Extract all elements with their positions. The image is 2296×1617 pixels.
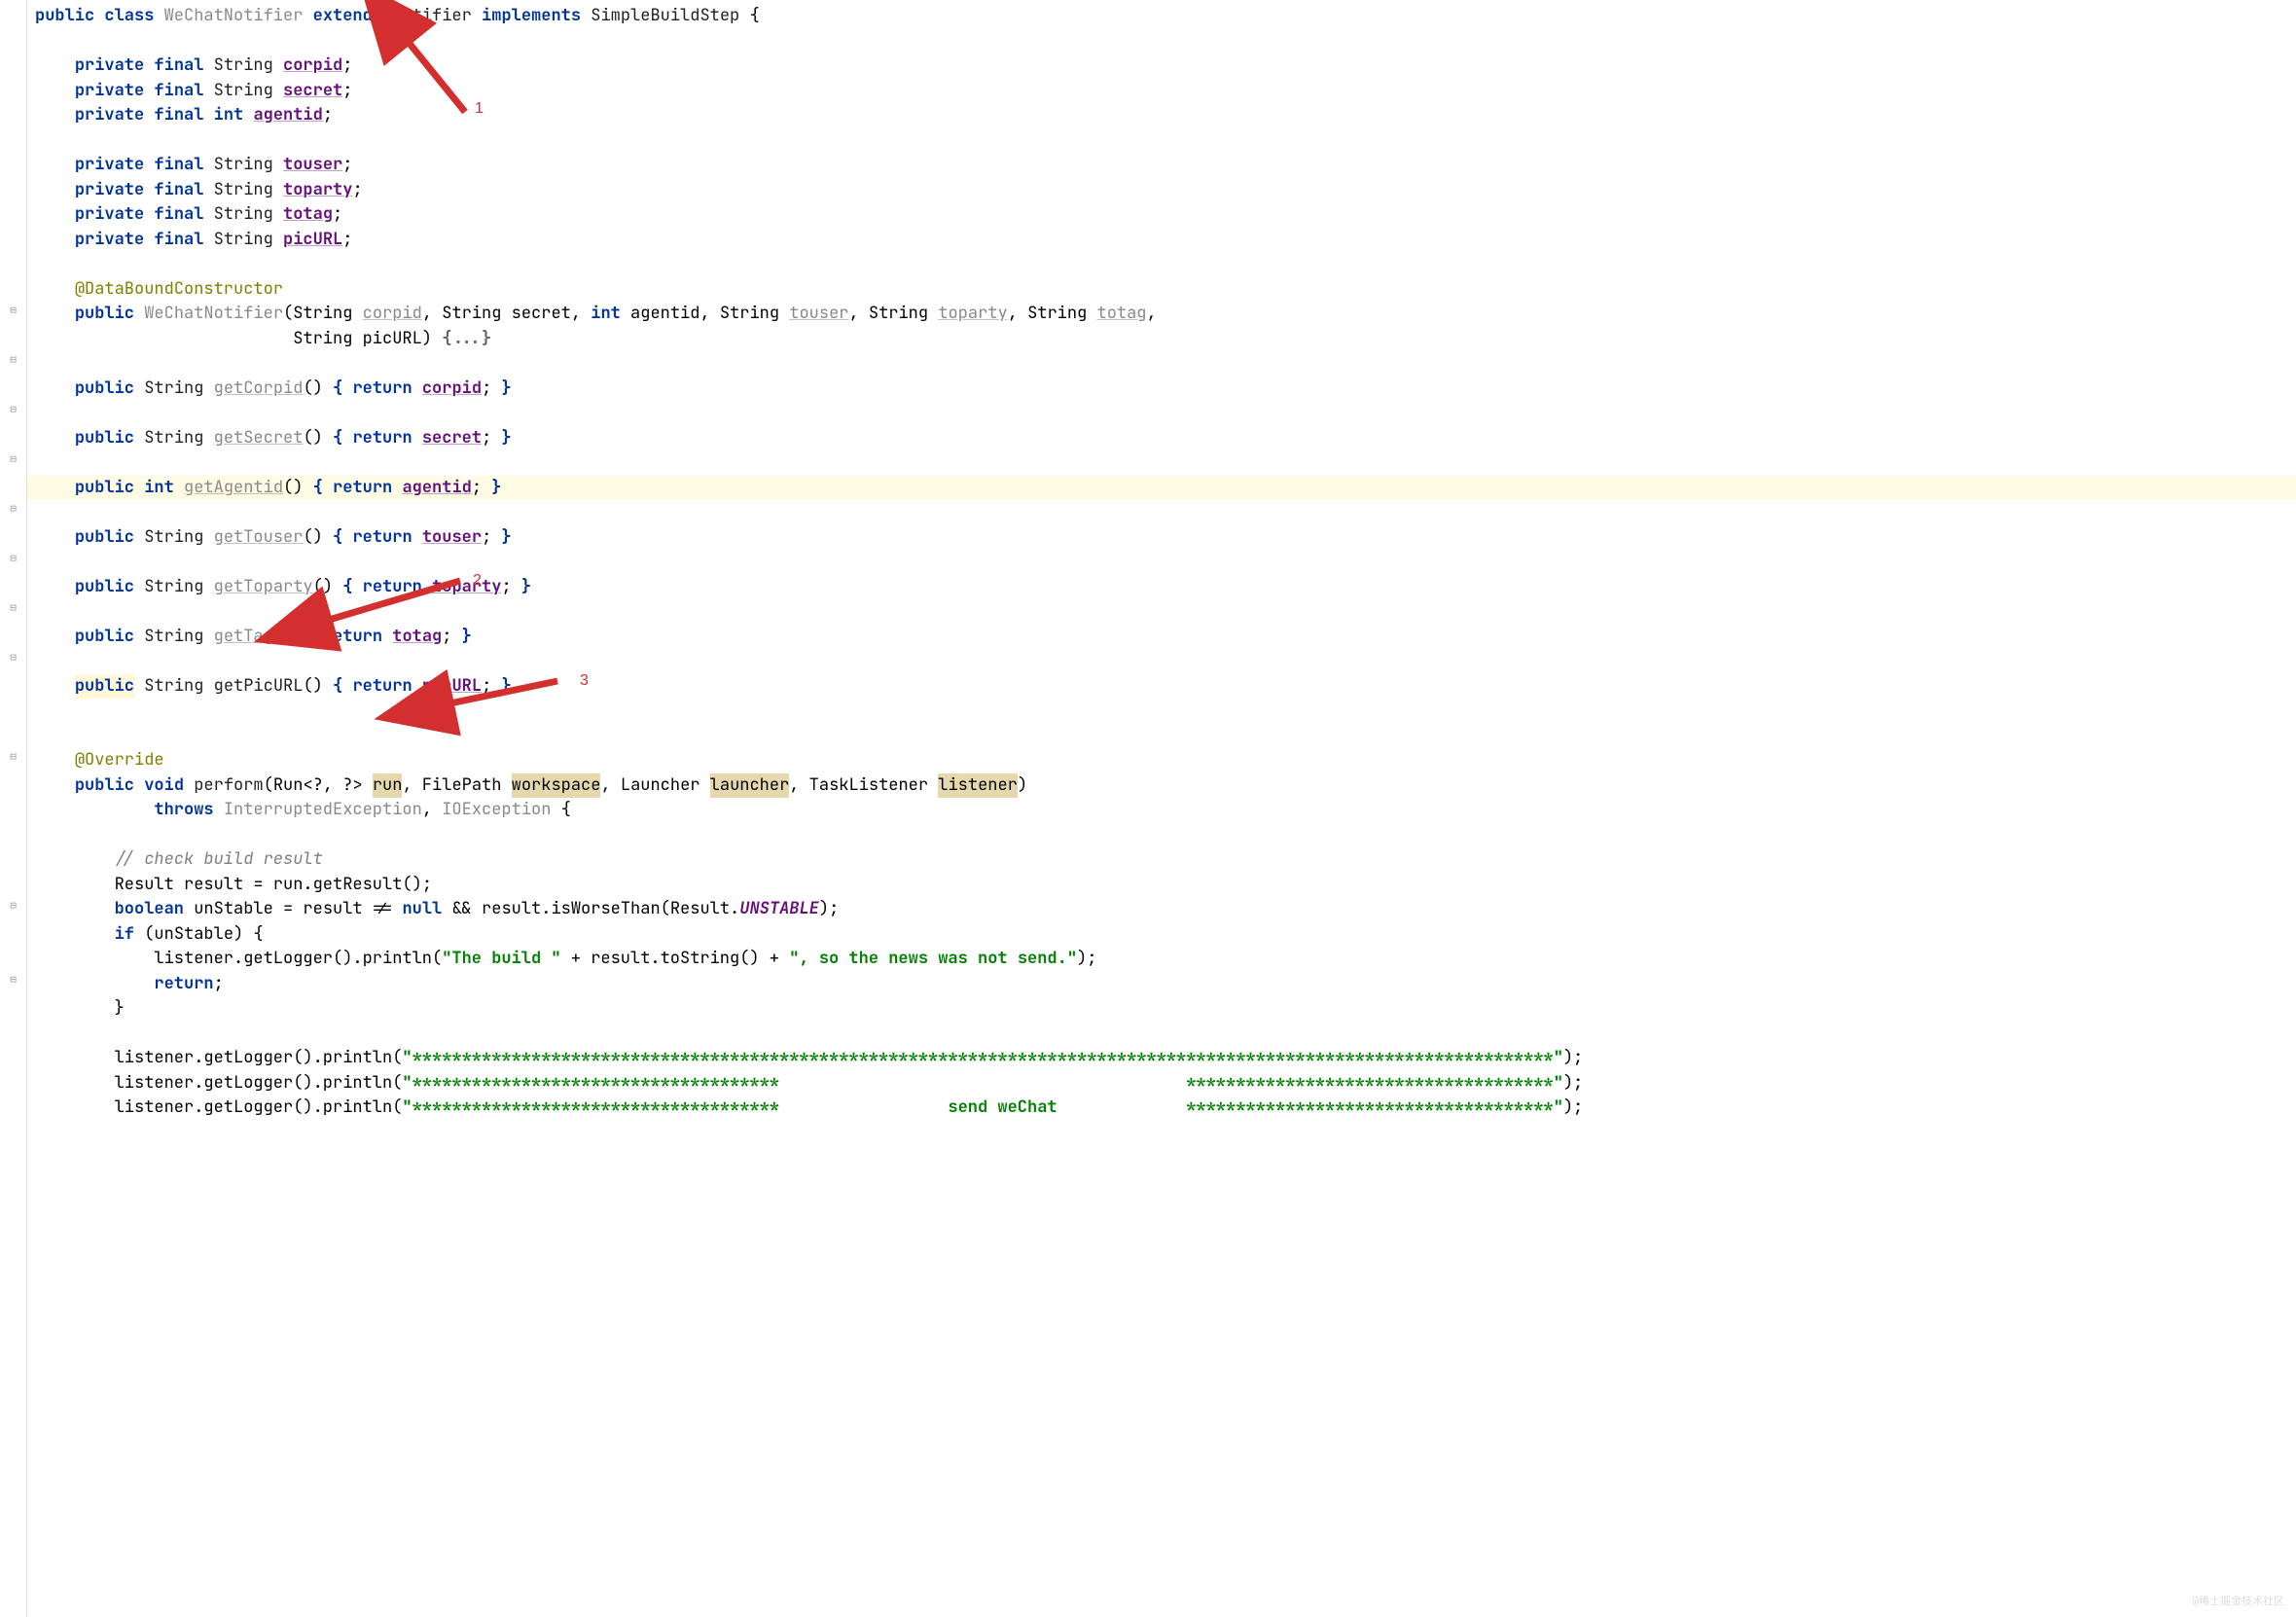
fold-marker[interactable]: {...}	[442, 327, 491, 352]
getter-secret: getSecret	[214, 426, 304, 451]
fold-mark[interactable]: ⊟	[0, 298, 26, 323]
highlighted-line: public int getAgentid() { return agentid…	[27, 476, 2296, 501]
field-touser: touser	[283, 153, 342, 178]
getter-picurl: getPicURL	[214, 674, 304, 700]
fold-mark[interactable]: ⊟	[0, 645, 26, 670]
kw-public: public	[35, 4, 94, 29]
fold-mark[interactable]: ⊟	[0, 968, 26, 993]
fold-mark[interactable]: ⊟	[0, 893, 26, 918]
field-toparty: toparty	[283, 178, 352, 203]
method-perform: perform	[194, 773, 263, 799]
field-totag: totag	[283, 202, 333, 228]
gutter: ⊟ ⊟ ⊟ ⊟ ⊟ ⊟ ⊟ ⊟ ⊟ ⊟ ⊟	[0, 0, 27, 1617]
fold-mark[interactable]: ⊟	[0, 595, 26, 621]
kw-extends: extends	[313, 4, 382, 29]
fold-mark[interactable]: ⊟	[0, 744, 26, 770]
fold-mark[interactable]: ⊟	[0, 447, 26, 472]
field-picurl: picURL	[283, 228, 342, 253]
fold-mark[interactable]: ⊟	[0, 347, 26, 373]
fold-mark[interactable]: ⊟	[0, 546, 26, 571]
getter-tag: getTag	[214, 625, 273, 650]
field-agentid: agentid	[253, 103, 322, 128]
fold-mark[interactable]: ⊟	[0, 397, 26, 422]
code-content[interactable]: public class WeChatNotifier extends Noti…	[27, 0, 2296, 1617]
fold-mark[interactable]: ⊟	[0, 496, 26, 521]
anno-databound: @DataBoundConstructor	[75, 277, 283, 303]
getter-touser: getTouser	[214, 525, 304, 551]
code-editor: ⊟ ⊟ ⊟ ⊟ ⊟ ⊟ ⊟ ⊟ ⊟ ⊟ ⊟ public class WeCha…	[0, 0, 2296, 1617]
anno-override: @Override	[75, 748, 164, 773]
getter-toparty: getToparty	[214, 575, 313, 600]
class-name: WeChatNotifier	[164, 4, 304, 29]
getter-corpid: getCorpid	[214, 377, 304, 402]
kw-implements: implements	[482, 4, 581, 29]
kw-class: class	[104, 4, 154, 29]
field-secret: secret	[283, 79, 342, 104]
watermark: @稀土掘金技术社区	[2192, 1594, 2284, 1610]
field-corpid: corpid	[283, 54, 342, 79]
comment: // check build result	[115, 847, 323, 873]
getter-agentid: getAgentid	[184, 476, 283, 501]
